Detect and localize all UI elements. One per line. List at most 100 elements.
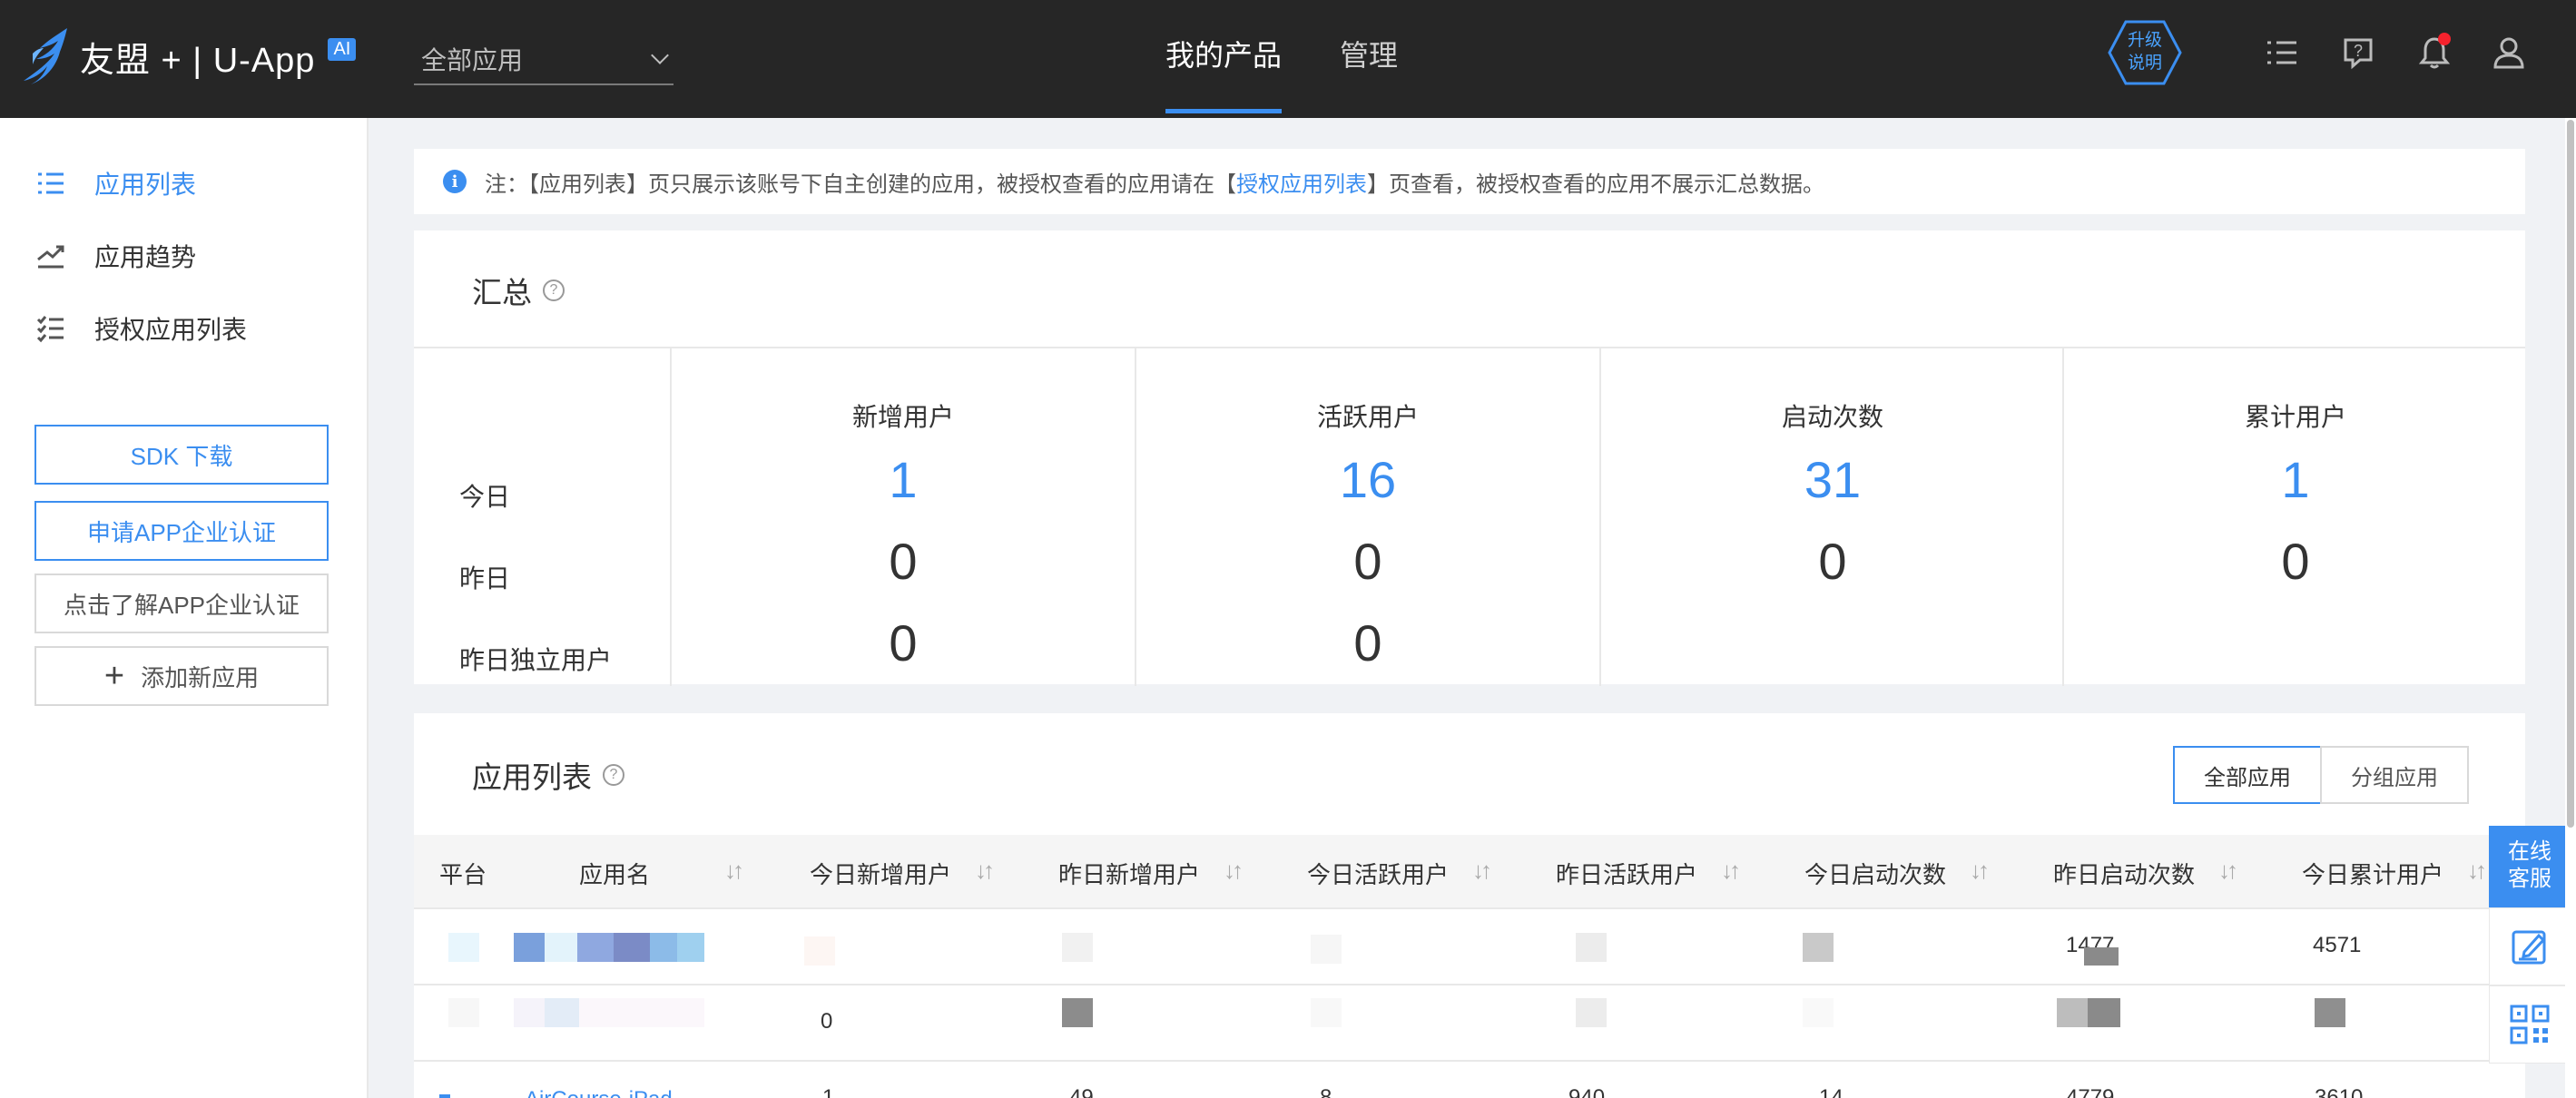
floating-service-panel: 在线 客服 bbox=[2489, 826, 2571, 1064]
sort-arrows-icon[interactable]: ↓↑ bbox=[2467, 857, 2487, 885]
online-service-line2: 客服 bbox=[2508, 867, 2551, 891]
summary-row-yesterday-unique: 昨日独立用户 bbox=[459, 646, 613, 674]
summary-title: 汇总 bbox=[472, 276, 532, 309]
table-row[interactable]: 1477 4571 bbox=[414, 907, 2525, 984]
tab-manage[interactable]: 管理 bbox=[1340, 33, 1398, 74]
cell-today-total-users: 4571 bbox=[2313, 933, 2362, 957]
summary-value: 0 bbox=[1353, 533, 1382, 590]
cell-today-launches: 14 bbox=[1819, 1085, 1844, 1098]
authorized-apps-link[interactable]: 授权应用列表 bbox=[1236, 166, 1367, 198]
summary-value: 31 bbox=[1804, 451, 1862, 508]
sdk-download-button[interactable]: SDK 下载 bbox=[34, 425, 329, 485]
list-icon[interactable] bbox=[2264, 34, 2300, 71]
bird-logo-icon bbox=[24, 28, 67, 84]
table-row[interactable]: 0 bbox=[414, 984, 2525, 1060]
plus-icon: + bbox=[103, 657, 125, 695]
col-app-name: 应用名 bbox=[579, 861, 651, 888]
col-today-launches: 今日启动次数 bbox=[1804, 861, 1947, 888]
summary-value: 0 bbox=[2281, 533, 2310, 590]
apply-app-cert-button[interactable]: 申请APP企业认证 bbox=[34, 501, 329, 561]
info-icon: i bbox=[443, 170, 467, 193]
chevron-down-icon bbox=[651, 46, 669, 64]
learn-app-cert-button[interactable]: 点击了解APP企业认证 bbox=[34, 574, 329, 633]
active-tab-indicator bbox=[1165, 109, 1282, 113]
notice-suffix: 】页查看，被授权查看的应用不展示汇总数据。 bbox=[1367, 172, 1824, 197]
segment-all-apps[interactable]: 全部应用 bbox=[2173, 746, 2322, 804]
sort-arrows-icon[interactable]: ↓↑ bbox=[1721, 857, 1741, 885]
sort-arrows-icon[interactable]: ↓↑ bbox=[2218, 857, 2238, 885]
summary-value: 0 bbox=[889, 533, 918, 590]
add-app-button[interactable]: + 添加新应用 bbox=[34, 646, 329, 706]
col-today-new-users: 今日新增用户 bbox=[810, 861, 952, 888]
app-name-blurred bbox=[514, 933, 704, 962]
cell-today-total-users: 3610 bbox=[2315, 1085, 2364, 1098]
table-header: 平台 应用名 ↓↑ 今日新增用户 ↓↑ 昨日新增用户 ↓↑ 今日活跃用户 ↓↑ … bbox=[414, 835, 2525, 907]
summary-row-today: 今日 bbox=[459, 483, 511, 511]
ai-badge: AI bbox=[328, 37, 357, 61]
scrollbar-thumb[interactable] bbox=[2567, 120, 2574, 828]
platform-icon bbox=[439, 1094, 450, 1098]
platform-icon bbox=[448, 933, 479, 962]
online-service-button[interactable]: 在线 客服 bbox=[2489, 826, 2571, 907]
cell-yesterday-active-users: 940 bbox=[1568, 1085, 1606, 1098]
app-name-blurred bbox=[514, 998, 704, 1027]
online-service-line1: 在线 bbox=[2508, 839, 2551, 864]
cell-yesterday-launches: 4779 bbox=[2066, 1085, 2115, 1098]
cell-yesterday-new-users: 49 bbox=[1069, 1085, 1094, 1098]
summary-value: 16 bbox=[1339, 451, 1397, 508]
question-mark-icon[interactable]: ? bbox=[603, 764, 624, 786]
summary-col-launches: 启动次数 bbox=[1781, 403, 1883, 431]
table-row[interactable]: AirCourse-iPad 1 49 8 940 14 4779 3610 bbox=[414, 1060, 2525, 1098]
col-yesterday-active-users: 昨日活跃用户 bbox=[1556, 861, 1698, 888]
svg-text:?: ? bbox=[2354, 42, 2363, 60]
sidebar-item-label: 应用列表 bbox=[94, 171, 197, 199]
umeng-logo[interactable]: 友盟 + | U-App AI bbox=[20, 20, 357, 93]
notification-dot bbox=[2438, 33, 2451, 45]
sort-arrows-icon[interactable]: ↓↑ bbox=[975, 857, 995, 885]
app-select-value: 全部应用 bbox=[421, 46, 524, 74]
summary-value: 1 bbox=[2281, 451, 2310, 508]
sort-arrows-icon[interactable]: ↓↑ bbox=[1970, 857, 1990, 885]
question-mark-icon[interactable]: ? bbox=[543, 279, 565, 301]
checklist-icon bbox=[36, 316, 64, 343]
summary-col-total-users: 累计用户 bbox=[2244, 403, 2346, 431]
help-icon[interactable]: ? bbox=[2340, 34, 2376, 71]
cell-app-name[interactable]: AirCourse-iPad bbox=[525, 1087, 673, 1098]
segment-group-apps[interactable]: 分组应用 bbox=[2320, 746, 2469, 804]
add-app-label: 添加新应用 bbox=[141, 663, 260, 691]
summary-card: 汇总 ? 新增用户 活跃用户 启动次数 累计用户 今日 昨日 昨日独立用户 1 … bbox=[414, 230, 2525, 686]
upgrade-label-line2: 说明 bbox=[2127, 54, 2162, 73]
tab-my-products[interactable]: 我的产品 bbox=[1165, 33, 1282, 74]
col-platform: 平台 bbox=[439, 861, 487, 888]
sidebar-item-app-trend[interactable]: 应用趋势 bbox=[36, 238, 196, 274]
app-list-title: 应用列表 bbox=[472, 760, 592, 794]
app-select-dropdown[interactable]: 全部应用 bbox=[414, 34, 673, 85]
app-list-card: 应用列表 ? 全部应用 分组应用 平台 应用名 ↓↑ 今日新增用户 ↓↑ 昨日新… bbox=[414, 713, 2525, 1098]
sidebar-item-label: 授权应用列表 bbox=[94, 316, 248, 344]
col-yesterday-launches: 昨日启动次数 bbox=[2053, 861, 2196, 888]
summary-value: 0 bbox=[889, 614, 918, 672]
top-nav-bar: 友盟 + | U-App AI 全部应用 我的产品 管理 升级 说明 ? bbox=[0, 0, 2576, 118]
notice-prefix: 注：【应用列表】页只展示该账号下自主创建的应用，被授权查看的应用请在【 bbox=[485, 172, 1236, 197]
trend-icon bbox=[37, 245, 64, 269]
sidebar-item-label: 应用趋势 bbox=[94, 243, 197, 271]
feedback-edit-icon[interactable] bbox=[2489, 907, 2571, 985]
cell-today-new-users: 1 bbox=[822, 1085, 835, 1098]
sidebar-item-authorized-apps[interactable]: 授权应用列表 bbox=[36, 310, 247, 347]
list-icon bbox=[38, 172, 64, 194]
qr-code-icon[interactable] bbox=[2489, 985, 2571, 1064]
sidebar: 应用列表 应用趋势 授权应用列表 SDK 下载 申请APP企业认证 点击了解AP… bbox=[0, 118, 369, 1098]
summary-col-active-users: 活跃用户 bbox=[1316, 403, 1419, 431]
user-icon[interactable] bbox=[2491, 34, 2527, 71]
sort-arrows-icon[interactable]: ↓↑ bbox=[1472, 857, 1492, 885]
upgrade-info-button[interactable]: 升级 说明 bbox=[2108, 20, 2182, 85]
summary-value: 0 bbox=[1818, 533, 1847, 590]
cell-today-active-users: 8 bbox=[1320, 1085, 1332, 1098]
upgrade-label-line1: 升级 bbox=[2127, 31, 2162, 50]
sidebar-item-app-list[interactable]: 应用列表 bbox=[36, 165, 196, 201]
sort-arrows-icon[interactable]: ↓↑ bbox=[724, 857, 744, 885]
sort-arrows-icon[interactable]: ↓↑ bbox=[1224, 857, 1244, 885]
summary-col-new-users: 新增用户 bbox=[851, 403, 954, 431]
summary-grid: 新增用户 活跃用户 启动次数 累计用户 今日 昨日 昨日独立用户 1 16 31… bbox=[414, 347, 2525, 686]
bell-icon[interactable] bbox=[2416, 33, 2453, 71]
